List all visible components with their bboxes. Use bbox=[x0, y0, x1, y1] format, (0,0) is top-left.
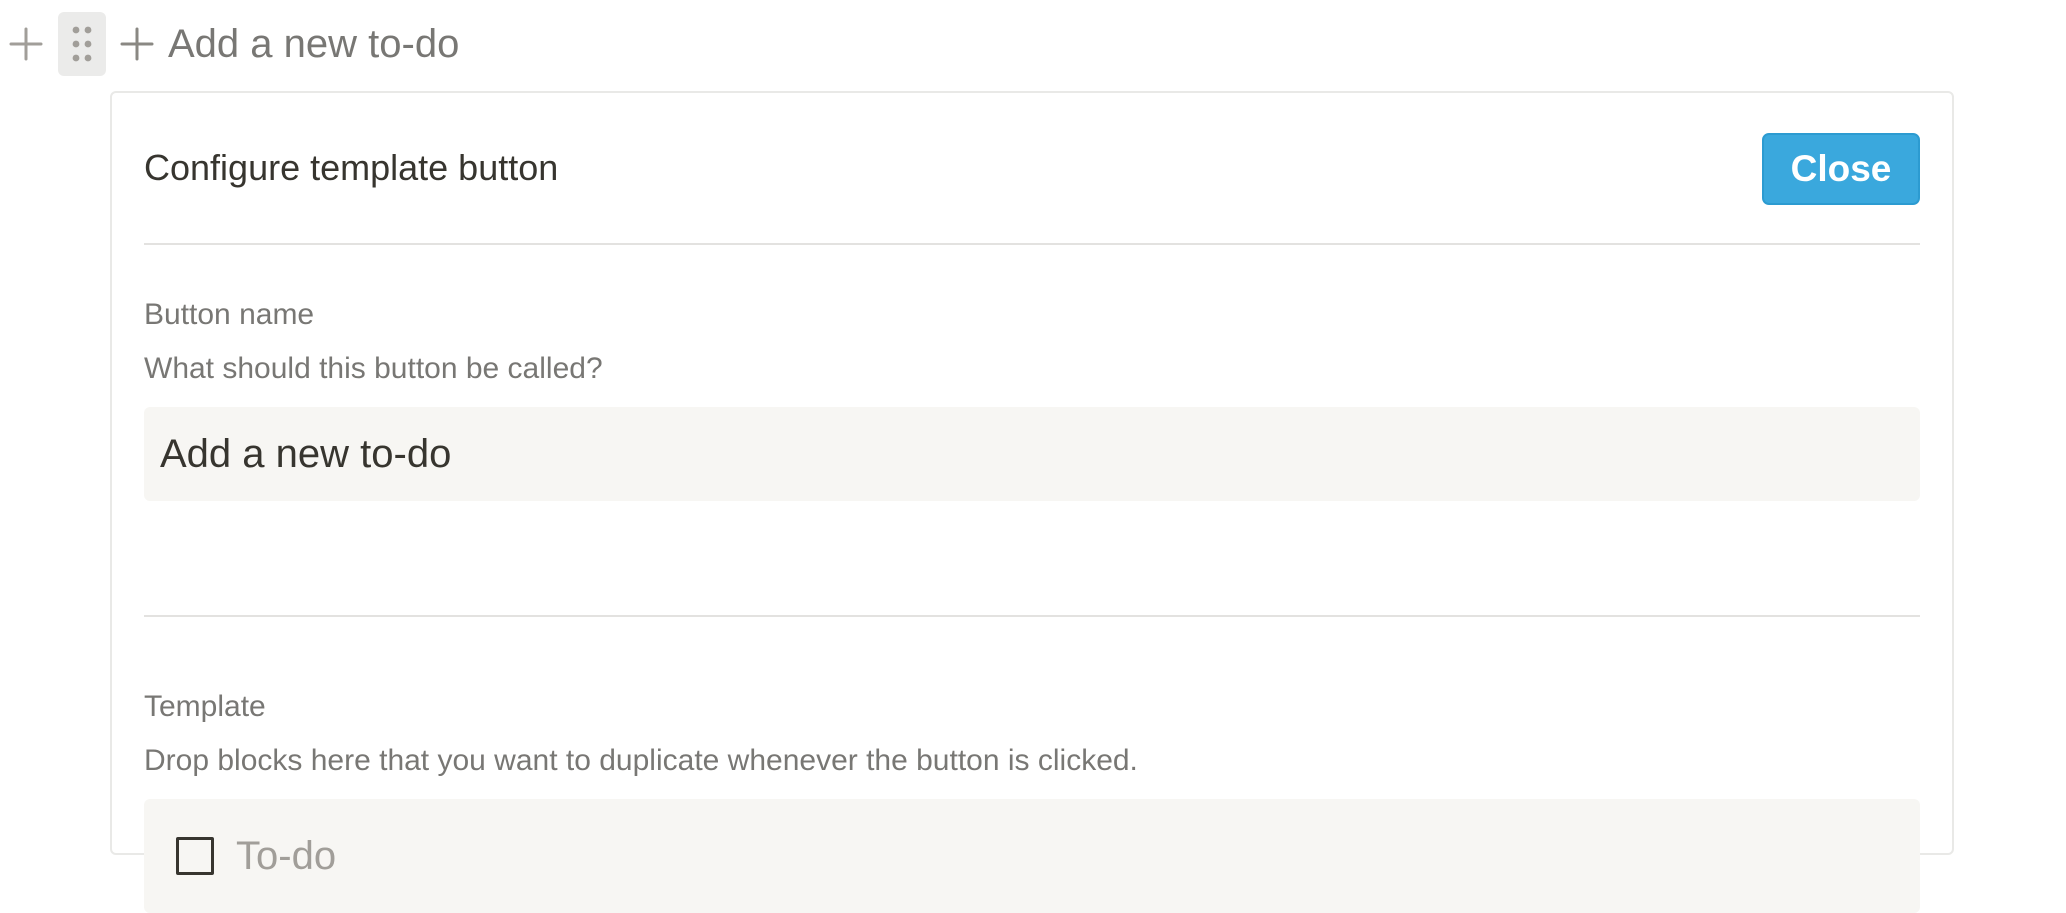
button-name-label: Button name bbox=[144, 298, 315, 331]
drag-handle-icon bbox=[72, 26, 92, 62]
todo-checkbox[interactable] bbox=[176, 837, 214, 875]
panel-header: Configure template button Close bbox=[144, 93, 1920, 245]
add-block-button[interactable] bbox=[4, 12, 48, 76]
template-button[interactable]: Add a new to-do bbox=[120, 12, 467, 76]
template-dropzone[interactable]: To-do bbox=[144, 799, 1920, 913]
button-name-section: Button name What should this button be c… bbox=[144, 297, 1920, 617]
close-button[interactable]: Close bbox=[1762, 133, 1920, 205]
panel-title: Configure template button bbox=[144, 147, 559, 188]
button-name-description: What should this button be called? bbox=[144, 352, 603, 385]
todo-placeholder[interactable]: To-do bbox=[236, 834, 336, 879]
button-name-input[interactable] bbox=[144, 407, 1920, 501]
template-button-label: Add a new to-do bbox=[168, 21, 460, 66]
template-description: Drop blocks here that you want to duplic… bbox=[144, 744, 1138, 777]
configure-template-panel: Configure template button Close Button n… bbox=[110, 91, 1954, 913]
template-label: Template bbox=[144, 690, 266, 723]
template-section: Template Drop blocks here that you want … bbox=[144, 615, 1920, 913]
template-button-block: Add a new to-do bbox=[0, 12, 467, 76]
plus-icon bbox=[120, 27, 154, 61]
drag-handle-button[interactable] bbox=[58, 12, 106, 76]
plus-icon bbox=[9, 27, 43, 61]
